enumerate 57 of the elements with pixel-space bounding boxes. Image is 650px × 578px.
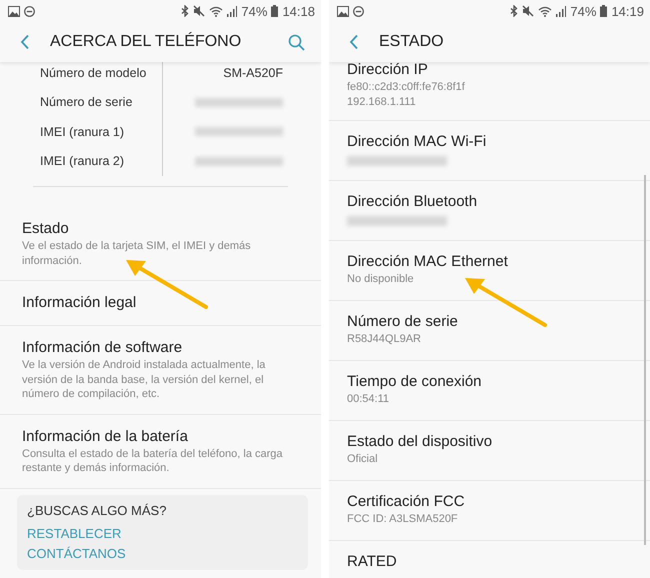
battery-icon (271, 5, 278, 17)
item-subtitle: FCC ID: A3LSMA520F (347, 512, 459, 526)
clock-time: 14:18 (282, 4, 315, 18)
muted-speaker-icon (522, 5, 534, 17)
clock-time: 14:19 (611, 4, 644, 18)
settings-item[interactable]: Información de la batería Consulta el estado de la batería del teléfono, la carga restante y demás información. (0, 414, 321, 488)
signal-icon (556, 6, 566, 16)
spec-label: Número de modelo (39, 66, 148, 80)
card-title: ¿BUSCAS ALGO MÁS? (27, 502, 168, 518)
item-title: Dirección MAC Wi-Fi (347, 132, 488, 152)
page-title: ACERCA DEL TELÉFONO (50, 33, 242, 51)
spec-label: Número de serie (39, 95, 134, 110)
spec-label: IMEI (ranura 2) (39, 154, 126, 168)
item-title: Certificación FCC (347, 492, 466, 512)
item-subtitle: R58J44QL9AR (347, 332, 422, 346)
item-title: Dirección MAC Ethernet (347, 252, 509, 272)
search-icon[interactable] (288, 34, 305, 50)
settings-item[interactable]: Dirección Bluetooth (329, 181, 650, 241)
settings-item[interactable]: Dirección MAC Wi-Fi (329, 121, 650, 181)
item-title: Información de la batería (22, 426, 189, 446)
image-icon (8, 6, 20, 16)
item-title: Número de serie (347, 312, 459, 332)
item-title: Tiempo de conexión (347, 372, 483, 392)
item-title: Dirección Bluetooth (347, 192, 478, 212)
wifi-icon (538, 6, 552, 16)
settings-item[interactable]: Información legal (0, 281, 321, 326)
wifi-icon (209, 6, 224, 16)
item-title: Información legal (22, 293, 138, 313)
bluetooth-icon (181, 5, 190, 17)
item-subtitle: 00:54:11 (347, 392, 390, 406)
spec-label: IMEI (ranura 1) (39, 124, 126, 139)
muted-speaker-icon (193, 5, 206, 17)
item-title: RATED (347, 552, 398, 572)
item-title: Información de software (22, 338, 184, 358)
settings-item[interactable]: Dirección IP fe80::c2d3:c0ff:fe76:8f1f 192.168.1.111 (329, 62, 650, 121)
spec-value: SM-A520F (223, 66, 283, 80)
bluetooth-icon (510, 5, 518, 17)
item-title: Estado del dispositivo (347, 432, 494, 452)
do-not-disturb-icon (24, 6, 35, 16)
signal-icon (227, 6, 238, 16)
image-icon (337, 6, 349, 16)
page-title: ESTADO (379, 33, 445, 51)
item-subtitle: Oficial (347, 452, 379, 466)
item-subtitle: fe80::c2d3:c0ff:fe76:8f1f 192.168.1.111 (347, 80, 466, 109)
item-title: Estado (22, 219, 70, 239)
settings-item[interactable]: Información de software Ve la versión de Android instalada actualmente, la versión de la banda base, la versión del kernel, el número de compilación, etc. (0, 326, 321, 414)
back-icon[interactable] (349, 34, 359, 50)
battery-icon (600, 5, 608, 17)
item-subtitle: No disponible (347, 272, 415, 286)
back-icon[interactable] (20, 34, 30, 50)
item-subtitle: Consulta el estado de la batería del teléfono, la carga restante y demás información. (22, 446, 284, 476)
battery-percent: 74% (570, 4, 596, 18)
item-subtitle: Ve la versión de Android instalada actualmente, la versión de la banda base, la versión del kernel, el número de compilación, etc. (22, 358, 266, 402)
item-title: Dirección IP (347, 62, 429, 80)
do-not-disturb-icon (353, 6, 364, 16)
battery-percent: 74% (241, 4, 268, 18)
item-subtitle: Ve el estado de la tarjeta SIM, el IMEI y demás información. (22, 239, 252, 268)
